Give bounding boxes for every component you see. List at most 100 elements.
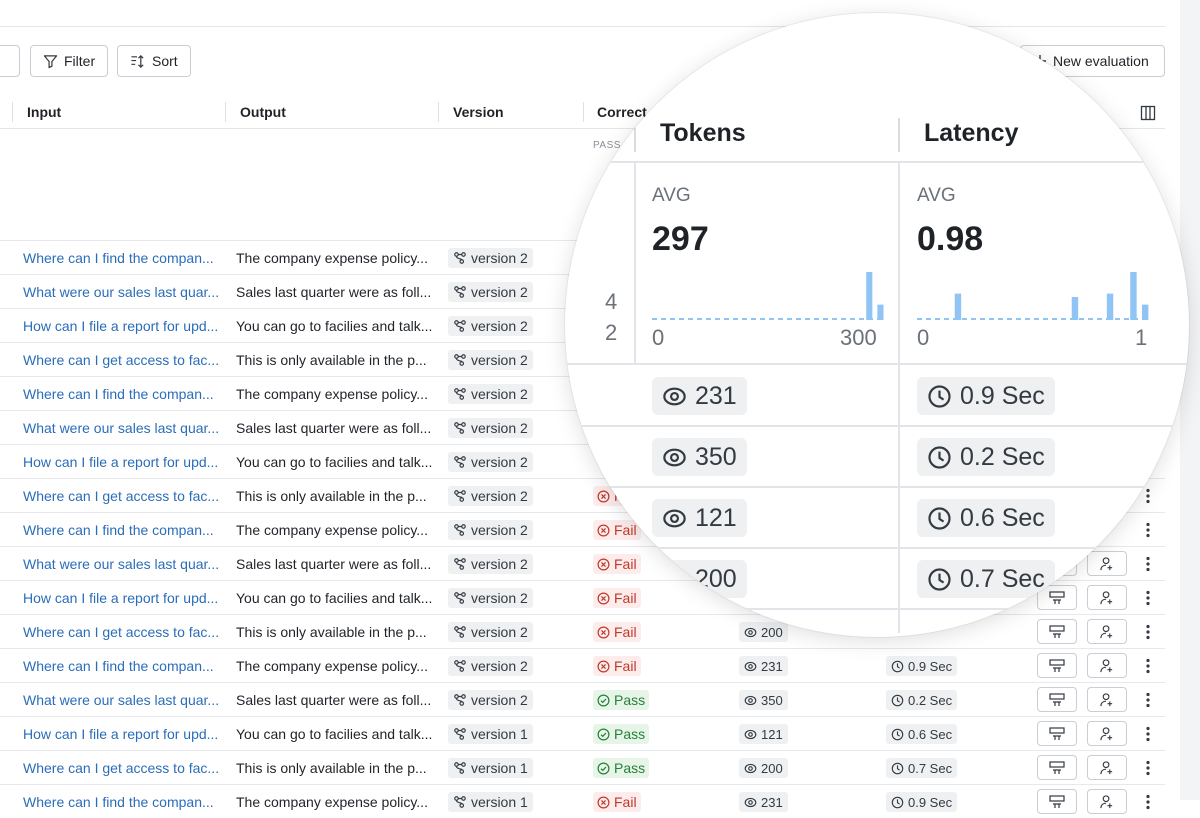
row-menu-button[interactable] bbox=[1140, 520, 1156, 540]
histogram-bar bbox=[1130, 272, 1137, 320]
input-link[interactable]: Where can I find the compan... bbox=[23, 241, 223, 274]
table-row[interactable]: Where can I find the compan... The compan… bbox=[0, 648, 1165, 682]
version-chip[interactable]: version 2 bbox=[448, 248, 533, 268]
assign-reviewer-button[interactable] bbox=[1087, 721, 1127, 746]
input-link[interactable]: What were our sales last quar... bbox=[23, 411, 223, 444]
input-link[interactable]: Where can I find the compan... bbox=[23, 513, 223, 546]
status-label: Fail bbox=[614, 794, 637, 810]
eye-icon bbox=[662, 384, 687, 409]
version-chip[interactable]: version 2 bbox=[448, 486, 533, 506]
version-chip[interactable]: version 2 bbox=[448, 656, 533, 676]
input-link[interactable]: Where can I get access to fac... bbox=[23, 343, 223, 376]
clock-icon bbox=[891, 694, 904, 707]
histogram-bar bbox=[1071, 296, 1079, 320]
version-chip[interactable]: version 2 bbox=[448, 384, 533, 404]
tokens-chip: 200 bbox=[739, 622, 788, 642]
column-header-version[interactable]: Version bbox=[453, 104, 504, 120]
row-divider bbox=[580, 425, 1180, 427]
form-button[interactable] bbox=[1037, 687, 1077, 712]
version-chip[interactable]: version 2 bbox=[448, 350, 533, 370]
version-chip[interactable]: version 2 bbox=[448, 622, 533, 642]
version-chip[interactable]: version 2 bbox=[448, 588, 533, 608]
row-menu-button[interactable] bbox=[1140, 554, 1156, 574]
row-menu-button[interactable] bbox=[1140, 656, 1156, 676]
version-chip[interactable]: version 1 bbox=[448, 724, 533, 744]
zoom-tokens-chip: 121 bbox=[652, 499, 747, 537]
histogram-bar bbox=[877, 304, 884, 320]
assign-reviewer-button[interactable] bbox=[1087, 755, 1127, 780]
assign-reviewer-button[interactable] bbox=[1087, 551, 1127, 576]
input-link[interactable]: How can I file a report for upd... bbox=[23, 581, 223, 614]
tokens-value: 200 bbox=[761, 760, 783, 776]
input-link[interactable]: How can I file a report for upd... bbox=[23, 717, 223, 750]
kebab-icon bbox=[1146, 624, 1150, 640]
latency-axis-min: 0 bbox=[917, 325, 930, 350]
git-branch-icon bbox=[453, 387, 467, 401]
input-link[interactable]: Where can I get access to fac... bbox=[23, 751, 223, 784]
input-link[interactable]: Where can I get access to fac... bbox=[23, 479, 223, 512]
scrollbar-track[interactable] bbox=[1180, 0, 1200, 800]
version-chip[interactable]: version 2 bbox=[448, 452, 533, 472]
table-row[interactable]: Where can I get access to fac... This is … bbox=[0, 750, 1165, 784]
tokens-histogram bbox=[652, 272, 886, 320]
form-button[interactable] bbox=[1037, 755, 1077, 780]
output-text: You can go to facilies and talk... bbox=[236, 453, 433, 470]
row-menu-button[interactable] bbox=[1140, 622, 1156, 642]
zoom-header-tokens[interactable]: Tokens bbox=[660, 119, 746, 148]
column-header-output[interactable]: Output bbox=[240, 104, 286, 120]
input-link[interactable]: What were our sales last quar... bbox=[23, 683, 223, 716]
sort-button[interactable]: Sort bbox=[117, 45, 191, 77]
version-chip[interactable]: version 2 bbox=[448, 418, 533, 438]
table-row[interactable]: Where can I get access to fac... This is … bbox=[0, 614, 1165, 648]
form-button[interactable] bbox=[1037, 721, 1077, 746]
columns-icon[interactable] bbox=[1140, 105, 1156, 126]
version-label: version 2 bbox=[471, 624, 528, 640]
version-chip[interactable]: version 1 bbox=[448, 792, 533, 812]
assign-reviewer-button[interactable] bbox=[1087, 653, 1127, 678]
output-text: This is only available in the p... bbox=[236, 759, 427, 776]
version-chip[interactable]: version 2 bbox=[448, 520, 533, 540]
assign-reviewer-button[interactable] bbox=[1087, 789, 1127, 814]
person-add-icon bbox=[1099, 590, 1115, 605]
table-row[interactable]: What were our sales last quar... Sales la… bbox=[0, 682, 1165, 716]
filter-button[interactable]: Filter bbox=[30, 45, 109, 77]
row-menu-button[interactable] bbox=[1140, 588, 1156, 608]
output-text: Sales last quarter were as foll... bbox=[236, 283, 432, 300]
form-button[interactable] bbox=[1037, 789, 1077, 814]
git-branch-icon bbox=[453, 251, 467, 265]
form-icon bbox=[1049, 692, 1065, 707]
column-header-correctness[interactable]: Correct bbox=[597, 104, 647, 120]
version-chip[interactable]: version 2 bbox=[448, 554, 533, 574]
zoom-latency-chip: 0.7 Sec bbox=[917, 560, 1055, 598]
version-chip[interactable]: version 2 bbox=[448, 282, 533, 302]
latency-histogram bbox=[917, 272, 1151, 320]
assign-reviewer-button[interactable] bbox=[1087, 619, 1127, 644]
zoom-header-latency[interactable]: Latency bbox=[924, 119, 1018, 148]
assign-reviewer-button[interactable] bbox=[1087, 585, 1127, 610]
column-header-input[interactable]: Input bbox=[27, 104, 61, 120]
form-button[interactable] bbox=[1037, 653, 1077, 678]
row-menu-button[interactable] bbox=[1140, 690, 1156, 710]
row-menu-button[interactable] bbox=[1140, 758, 1156, 778]
input-link[interactable]: What were our sales last quar... bbox=[23, 275, 223, 308]
input-link[interactable]: How can I file a report for upd... bbox=[23, 445, 223, 478]
version-chip[interactable]: version 1 bbox=[448, 758, 533, 778]
input-link[interactable]: Where can I find the compan... bbox=[23, 649, 223, 682]
version-label: version 2 bbox=[471, 318, 528, 334]
version-chip[interactable]: version 2 bbox=[448, 316, 533, 336]
row-menu-button[interactable] bbox=[1140, 792, 1156, 812]
input-link[interactable]: How can I file a report for upd... bbox=[23, 309, 223, 342]
table-row[interactable]: How can I file a report for upd... You ca… bbox=[0, 716, 1165, 750]
version-chip[interactable]: version 2 bbox=[448, 690, 533, 710]
search-input[interactable] bbox=[0, 45, 20, 77]
version-label: version 2 bbox=[471, 556, 528, 572]
input-link[interactable]: Where can I find the compan... bbox=[23, 377, 223, 410]
table-row[interactable]: Where can I find the compan... The compan… bbox=[0, 784, 1165, 818]
input-link[interactable]: What were our sales last quar... bbox=[23, 547, 223, 580]
input-link[interactable]: Where can I get access to fac... bbox=[23, 615, 223, 648]
form-button[interactable] bbox=[1037, 619, 1077, 644]
assign-reviewer-button[interactable] bbox=[1087, 687, 1127, 712]
input-link[interactable]: Where can I find the compan... bbox=[23, 785, 223, 818]
git-branch-icon bbox=[453, 727, 467, 741]
row-menu-button[interactable] bbox=[1140, 724, 1156, 744]
